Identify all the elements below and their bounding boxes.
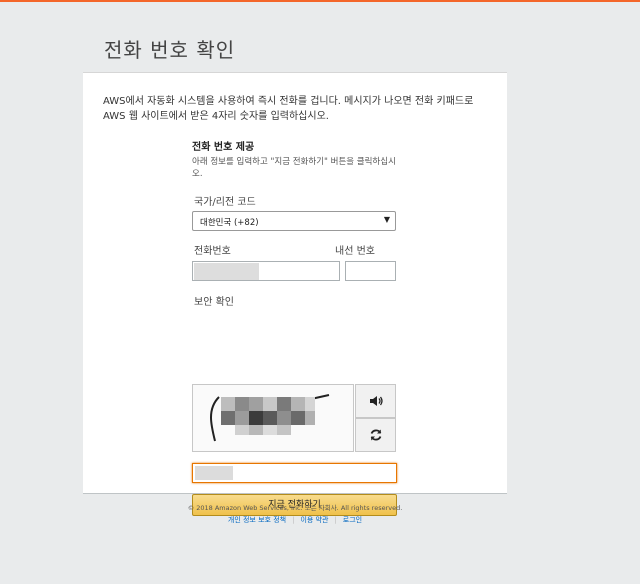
refresh-captcha-button[interactable]	[355, 418, 396, 452]
intro-text: AWS에서 자동화 시스템을 사용하여 즉시 전화를 겁니다. 메시지가 나오면…	[103, 96, 474, 122]
extension-input[interactable]	[345, 261, 396, 281]
privacy-policy-link[interactable]: 개인 정보 보호 정책	[222, 516, 292, 524]
footer-copyright: © 2018 Amazon Web Services, Inc. 또는 자회사.…	[187, 504, 403, 512]
footer-links: 개인 정보 보호 정책 | 이용 약관 | 로그인	[0, 515, 590, 525]
phone-label: 전화번호	[194, 246, 231, 257]
speaker-icon	[369, 396, 383, 406]
captcha-input[interactable]	[192, 463, 397, 483]
redacted-captcha-text	[195, 466, 233, 480]
dropdown-arrow-icon: ▼	[383, 215, 390, 224]
country-select-value: 대한민국 (+82)	[200, 218, 259, 228]
audio-captcha-button[interactable]	[355, 384, 396, 418]
refresh-icon	[370, 429, 381, 441]
security-label: 보안 확인	[194, 297, 234, 308]
section-title: 전화 번호 제공	[192, 142, 255, 153]
country-select[interactable]: 대한민국 (+82) ▼	[192, 211, 396, 231]
page-title: 전화 번호 확인	[104, 38, 236, 62]
help-text: 아래 정보를 입력하고 "지금 전화하기" 버튼을 클릭하십시오.	[192, 157, 396, 179]
captcha-image	[192, 384, 354, 452]
captcha-redacted-graphic	[193, 385, 353, 451]
extension-label: 내선 번호	[335, 246, 375, 257]
terms-link[interactable]: 이용 약관	[294, 516, 334, 524]
country-label: 국가/리전 코드	[194, 197, 256, 208]
sign-in-link[interactable]: 로그인	[337, 516, 368, 524]
verification-card: AWS에서 자동화 시스템을 사용하여 즉시 전화를 겁니다. 메시지가 나오면…	[83, 72, 507, 516]
top-accent-bar	[0, 0, 640, 2]
phone-input[interactable]	[192, 261, 340, 281]
redacted-phone	[194, 263, 259, 280]
